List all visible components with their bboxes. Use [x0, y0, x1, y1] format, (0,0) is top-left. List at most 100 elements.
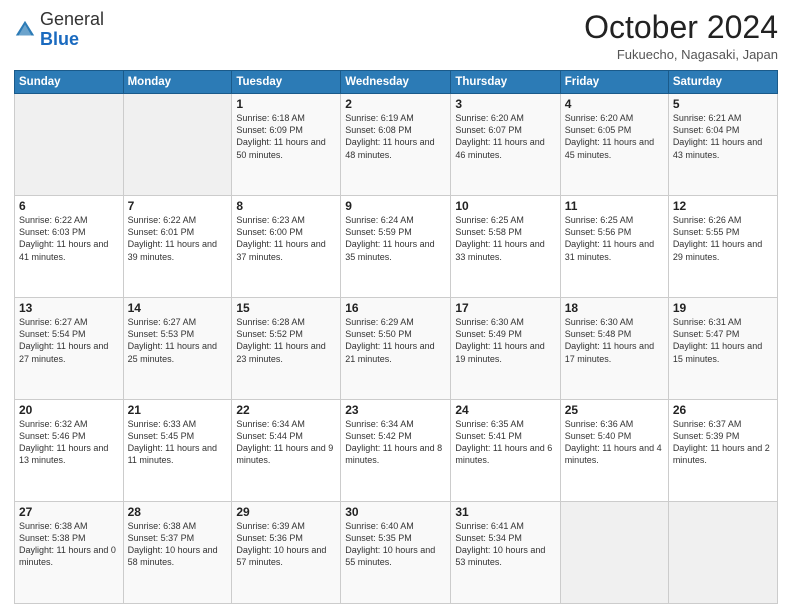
- day-number: 6: [19, 199, 119, 213]
- weekday-header-monday: Monday: [123, 71, 232, 94]
- day-number: 14: [128, 301, 228, 315]
- day-info: Sunrise: 6:38 AMSunset: 5:38 PMDaylight:…: [19, 520, 119, 569]
- day-info: Sunrise: 6:23 AMSunset: 6:00 PMDaylight:…: [236, 214, 336, 263]
- day-info: Sunrise: 6:37 AMSunset: 5:39 PMDaylight:…: [673, 418, 773, 467]
- logo-general-text: General: [40, 9, 104, 29]
- calendar-cell: [15, 94, 124, 196]
- day-number: 22: [236, 403, 336, 417]
- day-number: 1: [236, 97, 336, 111]
- calendar-cell: 10Sunrise: 6:25 AMSunset: 5:58 PMDayligh…: [451, 196, 560, 298]
- calendar-cell: 19Sunrise: 6:31 AMSunset: 5:47 PMDayligh…: [668, 298, 777, 400]
- day-number: 13: [19, 301, 119, 315]
- day-number: 8: [236, 199, 336, 213]
- calendar-table: SundayMondayTuesdayWednesdayThursdayFrid…: [14, 70, 778, 604]
- day-info: Sunrise: 6:19 AMSunset: 6:08 PMDaylight:…: [345, 112, 446, 161]
- calendar-cell: 18Sunrise: 6:30 AMSunset: 5:48 PMDayligh…: [560, 298, 668, 400]
- calendar-week-4: 20Sunrise: 6:32 AMSunset: 5:46 PMDayligh…: [15, 400, 778, 502]
- logo-blue-text: Blue: [40, 29, 79, 49]
- location-text: Fukuecho, Nagasaki, Japan: [584, 47, 778, 62]
- day-info: Sunrise: 6:29 AMSunset: 5:50 PMDaylight:…: [345, 316, 446, 365]
- day-info: Sunrise: 6:38 AMSunset: 5:37 PMDaylight:…: [128, 520, 228, 569]
- day-info: Sunrise: 6:28 AMSunset: 5:52 PMDaylight:…: [236, 316, 336, 365]
- calendar-cell: 27Sunrise: 6:38 AMSunset: 5:38 PMDayligh…: [15, 502, 124, 604]
- calendar-cell: [668, 502, 777, 604]
- day-info: Sunrise: 6:22 AMSunset: 6:03 PMDaylight:…: [19, 214, 119, 263]
- day-number: 26: [673, 403, 773, 417]
- day-number: 3: [455, 97, 555, 111]
- title-block: October 2024 Fukuecho, Nagasaki, Japan: [584, 10, 778, 62]
- day-info: Sunrise: 6:33 AMSunset: 5:45 PMDaylight:…: [128, 418, 228, 467]
- day-number: 25: [565, 403, 664, 417]
- calendar-cell: 23Sunrise: 6:34 AMSunset: 5:42 PMDayligh…: [341, 400, 451, 502]
- day-number: 29: [236, 505, 336, 519]
- logo-icon: [14, 19, 36, 41]
- day-number: 7: [128, 199, 228, 213]
- calendar-cell: 17Sunrise: 6:30 AMSunset: 5:49 PMDayligh…: [451, 298, 560, 400]
- calendar-cell: 2Sunrise: 6:19 AMSunset: 6:08 PMDaylight…: [341, 94, 451, 196]
- day-info: Sunrise: 6:20 AMSunset: 6:07 PMDaylight:…: [455, 112, 555, 161]
- calendar-cell: 1Sunrise: 6:18 AMSunset: 6:09 PMDaylight…: [232, 94, 341, 196]
- day-number: 2: [345, 97, 446, 111]
- calendar-cell: [123, 94, 232, 196]
- calendar-cell: 22Sunrise: 6:34 AMSunset: 5:44 PMDayligh…: [232, 400, 341, 502]
- weekday-header-sunday: Sunday: [15, 71, 124, 94]
- day-info: Sunrise: 6:32 AMSunset: 5:46 PMDaylight:…: [19, 418, 119, 467]
- weekday-header-thursday: Thursday: [451, 71, 560, 94]
- day-info: Sunrise: 6:30 AMSunset: 5:49 PMDaylight:…: [455, 316, 555, 365]
- calendar-cell: 6Sunrise: 6:22 AMSunset: 6:03 PMDaylight…: [15, 196, 124, 298]
- calendar-cell: 13Sunrise: 6:27 AMSunset: 5:54 PMDayligh…: [15, 298, 124, 400]
- day-number: 28: [128, 505, 228, 519]
- calendar-cell: 26Sunrise: 6:37 AMSunset: 5:39 PMDayligh…: [668, 400, 777, 502]
- month-title: October 2024: [584, 10, 778, 45]
- weekday-header-wednesday: Wednesday: [341, 71, 451, 94]
- calendar-cell: 14Sunrise: 6:27 AMSunset: 5:53 PMDayligh…: [123, 298, 232, 400]
- day-info: Sunrise: 6:34 AMSunset: 5:42 PMDaylight:…: [345, 418, 446, 467]
- day-info: Sunrise: 6:36 AMSunset: 5:40 PMDaylight:…: [565, 418, 664, 467]
- day-number: 16: [345, 301, 446, 315]
- calendar-cell: 21Sunrise: 6:33 AMSunset: 5:45 PMDayligh…: [123, 400, 232, 502]
- calendar-week-1: 1Sunrise: 6:18 AMSunset: 6:09 PMDaylight…: [15, 94, 778, 196]
- day-number: 5: [673, 97, 773, 111]
- day-info: Sunrise: 6:41 AMSunset: 5:34 PMDaylight:…: [455, 520, 555, 569]
- day-number: 24: [455, 403, 555, 417]
- day-info: Sunrise: 6:20 AMSunset: 6:05 PMDaylight:…: [565, 112, 664, 161]
- day-info: Sunrise: 6:21 AMSunset: 6:04 PMDaylight:…: [673, 112, 773, 161]
- day-info: Sunrise: 6:40 AMSunset: 5:35 PMDaylight:…: [345, 520, 446, 569]
- calendar-cell: 15Sunrise: 6:28 AMSunset: 5:52 PMDayligh…: [232, 298, 341, 400]
- calendar-body: 1Sunrise: 6:18 AMSunset: 6:09 PMDaylight…: [15, 94, 778, 604]
- logo: General Blue: [14, 10, 104, 50]
- day-info: Sunrise: 6:30 AMSunset: 5:48 PMDaylight:…: [565, 316, 664, 365]
- day-info: Sunrise: 6:25 AMSunset: 5:56 PMDaylight:…: [565, 214, 664, 263]
- day-number: 11: [565, 199, 664, 213]
- day-info: Sunrise: 6:27 AMSunset: 5:54 PMDaylight:…: [19, 316, 119, 365]
- calendar-cell: 5Sunrise: 6:21 AMSunset: 6:04 PMDaylight…: [668, 94, 777, 196]
- day-number: 27: [19, 505, 119, 519]
- calendar-header: SundayMondayTuesdayWednesdayThursdayFrid…: [15, 71, 778, 94]
- calendar-cell: 30Sunrise: 6:40 AMSunset: 5:35 PMDayligh…: [341, 502, 451, 604]
- day-number: 9: [345, 199, 446, 213]
- calendar-cell: 28Sunrise: 6:38 AMSunset: 5:37 PMDayligh…: [123, 502, 232, 604]
- day-info: Sunrise: 6:35 AMSunset: 5:41 PMDaylight:…: [455, 418, 555, 467]
- page-header: General Blue October 2024 Fukuecho, Naga…: [14, 10, 778, 62]
- calendar-cell: 29Sunrise: 6:39 AMSunset: 5:36 PMDayligh…: [232, 502, 341, 604]
- day-info: Sunrise: 6:18 AMSunset: 6:09 PMDaylight:…: [236, 112, 336, 161]
- day-info: Sunrise: 6:27 AMSunset: 5:53 PMDaylight:…: [128, 316, 228, 365]
- weekday-header-row: SundayMondayTuesdayWednesdayThursdayFrid…: [15, 71, 778, 94]
- day-number: 12: [673, 199, 773, 213]
- day-number: 18: [565, 301, 664, 315]
- day-info: Sunrise: 6:39 AMSunset: 5:36 PMDaylight:…: [236, 520, 336, 569]
- calendar-cell: 12Sunrise: 6:26 AMSunset: 5:55 PMDayligh…: [668, 196, 777, 298]
- day-info: Sunrise: 6:24 AMSunset: 5:59 PMDaylight:…: [345, 214, 446, 263]
- weekday-header-saturday: Saturday: [668, 71, 777, 94]
- calendar-week-2: 6Sunrise: 6:22 AMSunset: 6:03 PMDaylight…: [15, 196, 778, 298]
- day-number: 21: [128, 403, 228, 417]
- day-info: Sunrise: 6:22 AMSunset: 6:01 PMDaylight:…: [128, 214, 228, 263]
- day-number: 15: [236, 301, 336, 315]
- weekday-header-tuesday: Tuesday: [232, 71, 341, 94]
- day-number: 20: [19, 403, 119, 417]
- day-info: Sunrise: 6:26 AMSunset: 5:55 PMDaylight:…: [673, 214, 773, 263]
- calendar-cell: 9Sunrise: 6:24 AMSunset: 5:59 PMDaylight…: [341, 196, 451, 298]
- calendar-cell: 7Sunrise: 6:22 AMSunset: 6:01 PMDaylight…: [123, 196, 232, 298]
- calendar-cell: 11Sunrise: 6:25 AMSunset: 5:56 PMDayligh…: [560, 196, 668, 298]
- weekday-header-friday: Friday: [560, 71, 668, 94]
